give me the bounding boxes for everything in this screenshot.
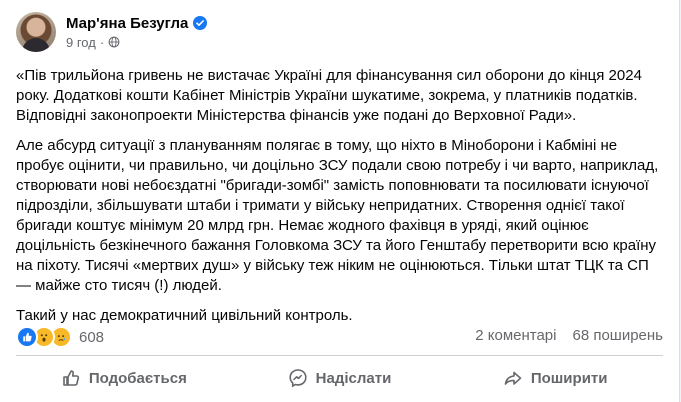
separator-dot: · bbox=[99, 34, 105, 50]
post-paragraph: «Пів трильйона гривень не вистачає Украї… bbox=[16, 67, 642, 124]
post-text: «Пів трильйона гривень не вистачає Украї… bbox=[16, 66, 666, 336]
messenger-icon bbox=[289, 369, 307, 388]
post-header: Мар'яна Безугла 9 год · bbox=[16, 12, 208, 52]
comments-count[interactable]: 2 коментарі bbox=[475, 327, 556, 344]
share-arrow-icon bbox=[504, 371, 522, 385]
post-paragraph: Але абсурд ситуації з плануванням поляга… bbox=[16, 137, 659, 294]
post-paragraph: Такий у нас демократичний цивільний конт… bbox=[16, 307, 353, 324]
send-button[interactable]: Надіслати bbox=[232, 359, 448, 397]
globe-icon bbox=[108, 36, 120, 48]
thumbs-up-icon bbox=[63, 370, 79, 386]
reactions-summary[interactable]: 608 bbox=[16, 326, 104, 348]
post-meta: Мар'яна Безугла 9 год · bbox=[66, 15, 208, 50]
post-timestamp[interactable]: 9 год bbox=[66, 35, 96, 50]
actions-divider bbox=[16, 355, 663, 356]
author-row: Мар'яна Безугла bbox=[66, 15, 208, 32]
share-button-label: Поширити bbox=[530, 369, 608, 387]
post-actions: Подобається Надіслати Поширити bbox=[16, 359, 663, 397]
like-button-label: Подобається bbox=[88, 369, 187, 387]
like-reaction-icon bbox=[16, 326, 38, 348]
send-button-label: Надіслати bbox=[315, 369, 392, 387]
post-card: Мар'яна Безугла 9 год · «Пів трильйона г… bbox=[0, 0, 680, 402]
author-name[interactable]: Мар'яна Безугла bbox=[66, 15, 188, 32]
verified-badge-icon bbox=[193, 16, 208, 30]
post-time-row: 9 год · bbox=[66, 35, 207, 50]
share-button[interactable]: Поширити bbox=[447, 359, 663, 397]
post-stats: 2 коментарі 68 поширень bbox=[459, 327, 663, 344]
author-avatar[interactable] bbox=[16, 12, 56, 52]
shares-count[interactable]: 68 поширень bbox=[572, 327, 663, 344]
reaction-count: 608 bbox=[79, 328, 105, 346]
like-button[interactable]: Подобається bbox=[16, 359, 232, 397]
